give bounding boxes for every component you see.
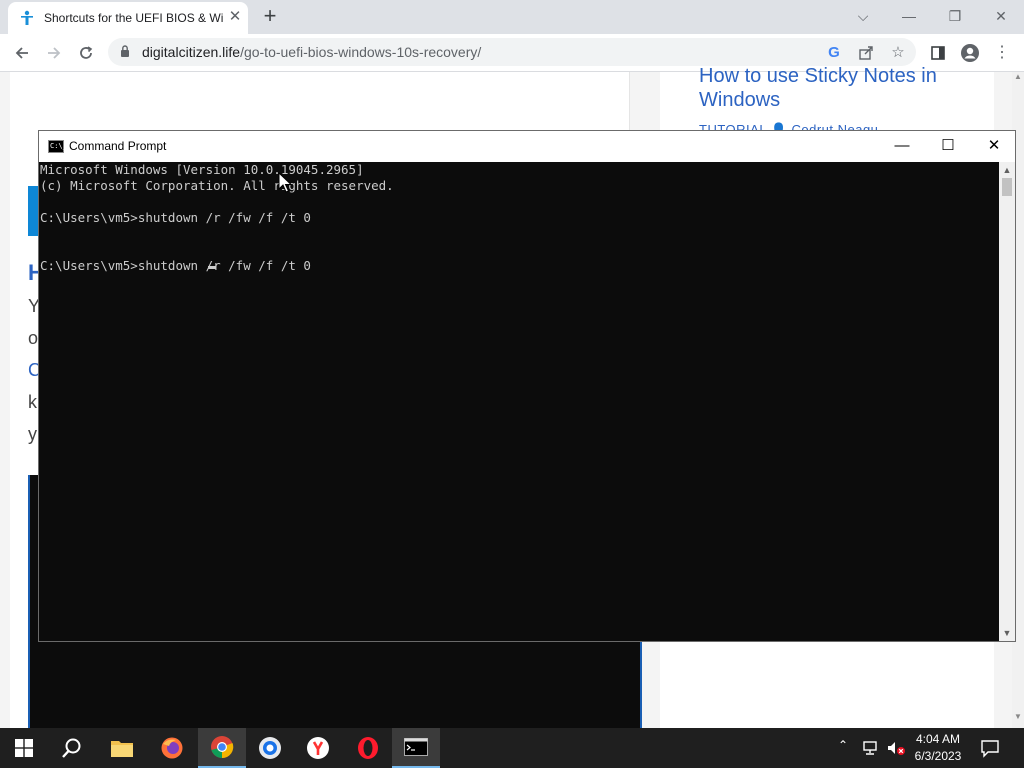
article-text-fragment: o xyxy=(28,328,39,348)
scroll-up-icon[interactable]: ▲ xyxy=(1012,72,1024,86)
cmd-scrollbar[interactable] xyxy=(999,162,1015,641)
command-prompt-button[interactable] xyxy=(392,728,440,768)
clock-time[interactable]: 4:04 AM xyxy=(908,732,968,746)
url-text[interactable]: digitalcitizen.life/go-to-uefi-bios-wind… xyxy=(142,44,481,60)
site-favicon-icon xyxy=(21,10,33,25)
yandex-icon xyxy=(307,737,329,759)
text-cursor xyxy=(208,266,216,269)
browser-tab[interactable]: Shortcuts for the UEFI BIOS & Windows 10… xyxy=(8,2,248,34)
yandex-button[interactable] xyxy=(294,728,342,768)
opera-button[interactable] xyxy=(344,728,392,768)
profile-icon[interactable] xyxy=(958,41,982,65)
article-text-fragment: k xyxy=(28,392,37,412)
menu-icon[interactable]: ⋮ xyxy=(990,41,1014,65)
cmd-maximize-button[interactable]: ☐ xyxy=(925,131,971,162)
mouse-pointer-icon xyxy=(278,172,292,193)
url-domain: digitalcitizen.life xyxy=(142,44,241,60)
windows-logo-icon xyxy=(15,739,33,757)
new-tab-button[interactable]: + xyxy=(258,5,282,29)
star-icon[interactable]: ☆ xyxy=(886,41,910,65)
chrome-icon xyxy=(211,736,234,759)
clock-date[interactable]: 6/3/2023 xyxy=(908,749,968,763)
command-prompt-window[interactable]: C:\_ Command Prompt — ☐ ✕ Microsoft Wind… xyxy=(38,130,1016,642)
start-button[interactable] xyxy=(0,728,48,768)
forward-button[interactable] xyxy=(41,40,67,66)
show-hidden-icons-icon[interactable]: ⌃ xyxy=(838,738,854,758)
cmd-minimize-button[interactable]: — xyxy=(879,131,925,162)
volume-muted-icon[interactable] xyxy=(886,740,906,761)
console-line: Microsoft Windows [Version 10.0.19045.29… xyxy=(40,162,364,177)
console-line: C:\Users\vm5>shutdown /r /fw /f /t 0 xyxy=(40,210,311,225)
lock-icon[interactable] xyxy=(120,45,130,57)
notification-center-icon[interactable] xyxy=(980,738,1000,763)
search-button[interactable] xyxy=(48,728,96,768)
console-line: (c) Microsoft Corporation. All rights re… xyxy=(40,178,394,193)
firefox-icon xyxy=(161,737,183,759)
reload-button[interactable] xyxy=(73,40,99,66)
search-icon xyxy=(62,738,81,758)
tab-search-icon[interactable]: ⌵ xyxy=(840,4,886,28)
scroll-up-icon[interactable]: ▲ xyxy=(999,162,1015,178)
cmd-scrollbar-thumb[interactable] xyxy=(1002,178,1012,196)
opera-icon xyxy=(358,737,378,759)
chrome-button[interactable] xyxy=(198,728,246,768)
share-icon[interactable] xyxy=(854,41,878,65)
chrome-beta-icon xyxy=(259,737,281,759)
arrow-left-icon xyxy=(15,47,28,59)
tab-title: Shortcuts for the UEFI BIOS & Windows 10… xyxy=(44,11,224,25)
network-icon[interactable] xyxy=(862,740,880,761)
cmd-app-icon: C:\_ xyxy=(48,140,67,153)
cmd-close-button[interactable]: ✕ xyxy=(971,131,1017,162)
folder-icon xyxy=(111,741,133,757)
cmd-console-output[interactable]: Microsoft Windows [Version 10.0.19045.29… xyxy=(39,162,999,641)
side-panel-icon[interactable] xyxy=(926,41,950,65)
file-explorer-button[interactable] xyxy=(98,728,146,768)
url-path: /go-to-uefi-bios-windows-10s-recovery/ xyxy=(240,44,482,60)
firefox-button[interactable] xyxy=(148,728,196,768)
scroll-down-icon[interactable]: ▼ xyxy=(999,625,1015,641)
cmd-window-title: Command Prompt xyxy=(69,139,167,153)
reload-icon xyxy=(80,46,93,59)
sidebar-article-link[interactable]: How to use Sticky Notes in Windows xyxy=(699,64,979,112)
chrome-beta-button[interactable] xyxy=(246,728,294,768)
terminal-icon xyxy=(404,738,428,756)
browser-minimize-button[interactable]: — xyxy=(886,4,932,28)
scroll-down-icon[interactable]: ▼ xyxy=(1012,712,1024,726)
article-text-fragment: y xyxy=(28,424,37,444)
arrow-right-icon xyxy=(48,47,61,59)
browser-restore-button[interactable]: ❐ xyxy=(932,4,978,28)
console-input-line[interactable]: C:\Users\vm5>shutdown /r /fw /f /t 0 xyxy=(40,258,311,274)
browser-close-button[interactable]: ✕ xyxy=(978,4,1024,28)
cmd-titlebar[interactable] xyxy=(39,131,1015,162)
tab-close-icon[interactable]: ✕ xyxy=(226,8,244,26)
back-button[interactable] xyxy=(9,40,35,66)
google-icon[interactable]: G xyxy=(822,41,846,65)
